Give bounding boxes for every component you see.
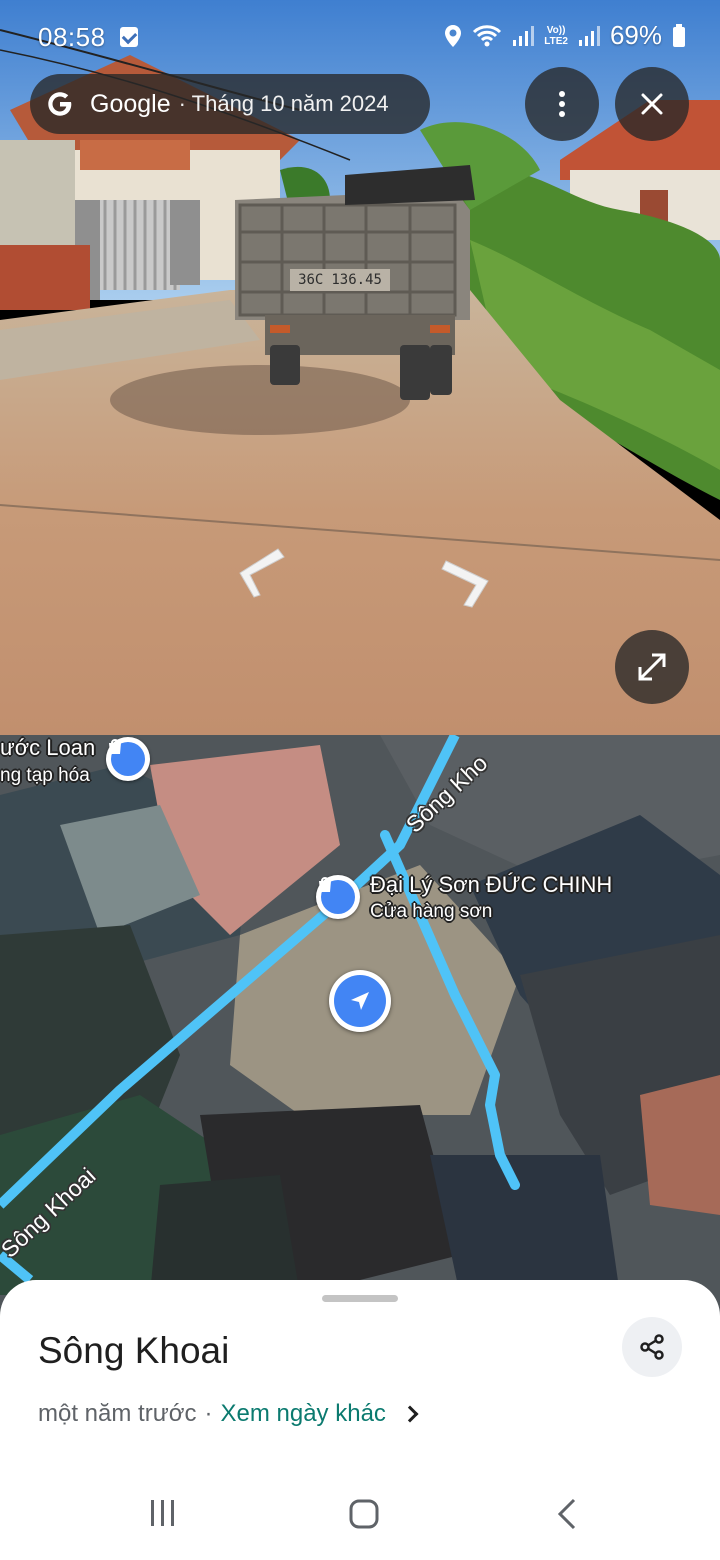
move-right-arrow-icon[interactable] (438, 555, 498, 615)
move-left-arrow-icon[interactable] (230, 545, 290, 605)
poi-name-grocery[interactable]: ước Loan (0, 735, 95, 761)
poi-name-paint-store[interactable]: Đại Lý Sơn ĐỨC CHINH (370, 872, 612, 898)
expand-icon (638, 653, 666, 681)
poi-pin-grocery[interactable] (106, 737, 150, 781)
heading-arrow-icon (351, 992, 369, 1010)
home-icon[interactable] (348, 1498, 380, 1530)
status-icons: Vo)) LTE2 69% (444, 20, 686, 51)
lte-label: LTE2 (544, 35, 568, 47)
volte-label: Vo)) (546, 24, 566, 36)
status-time: 08:58 (38, 22, 106, 52)
expand-button[interactable] (615, 630, 689, 704)
notification-check-icon (120, 27, 138, 47)
street-view-header[interactable]: Google · Tháng 10 năm 2024 (30, 74, 430, 134)
sheet-drag-handle[interactable] (322, 1295, 398, 1302)
close-icon (641, 93, 663, 115)
imagery-age-row: một năm trước · Xem ngày khác (38, 1400, 419, 1428)
satellite-map[interactable]: ước Loan ng tạp hóa Đại Lý Sơn ĐỨC CHINH… (0, 735, 720, 1335)
shopping-bag-icon (319, 877, 331, 892)
back-icon[interactable] (556, 1498, 580, 1530)
poi-category-grocery: ng tạp hóa (0, 765, 90, 786)
more-options-button[interactable] (525, 67, 599, 141)
see-other-dates-link[interactable]: Xem ngày khác (221, 1400, 386, 1428)
google-g-icon (46, 90, 74, 118)
system-navigation-bar (0, 1468, 720, 1560)
battery-icon (673, 23, 685, 47)
street-view-panorama[interactable]: 36C 136.45 08:58 Vo)) LTE2 69% Google · … (0, 0, 720, 735)
plate-left: 36C (298, 272, 324, 288)
brand-label: Google (90, 89, 171, 118)
close-button[interactable] (615, 67, 689, 141)
meta-separator: · (204, 1400, 213, 1427)
license-plate: 36C 136.45 (290, 269, 390, 291)
more-vert-icon (559, 91, 565, 117)
share-button[interactable] (622, 1317, 682, 1377)
location-icon (445, 24, 462, 47)
shopping-bag-icon (109, 739, 121, 754)
network-type: Vo)) LTE2 (544, 25, 568, 47)
status-bar: 08:58 Vo)) LTE2 69% (0, 0, 720, 72)
chevron-right-icon[interactable] (401, 1405, 419, 1423)
poi-category-paint-store: Cửa hàng sơn (370, 901, 493, 922)
street-view-position-marker[interactable] (329, 970, 391, 1032)
satellite-imagery (0, 735, 720, 1335)
wifi-icon (473, 24, 502, 46)
capture-date: · Tháng 10 năm 2024 (178, 91, 389, 116)
battery-percent: 69% (609, 20, 662, 50)
imagery-age: một năm trước (38, 1400, 197, 1427)
signal-icon (513, 25, 535, 46)
recent-apps-icon[interactable] (148, 1498, 178, 1528)
share-icon (640, 1334, 664, 1360)
poi-pin-paint-store[interactable] (316, 875, 360, 919)
place-title: Sông Khoai (38, 1330, 230, 1371)
signal-2-icon (578, 25, 600, 46)
plate-right: 136.45 (331, 272, 382, 288)
